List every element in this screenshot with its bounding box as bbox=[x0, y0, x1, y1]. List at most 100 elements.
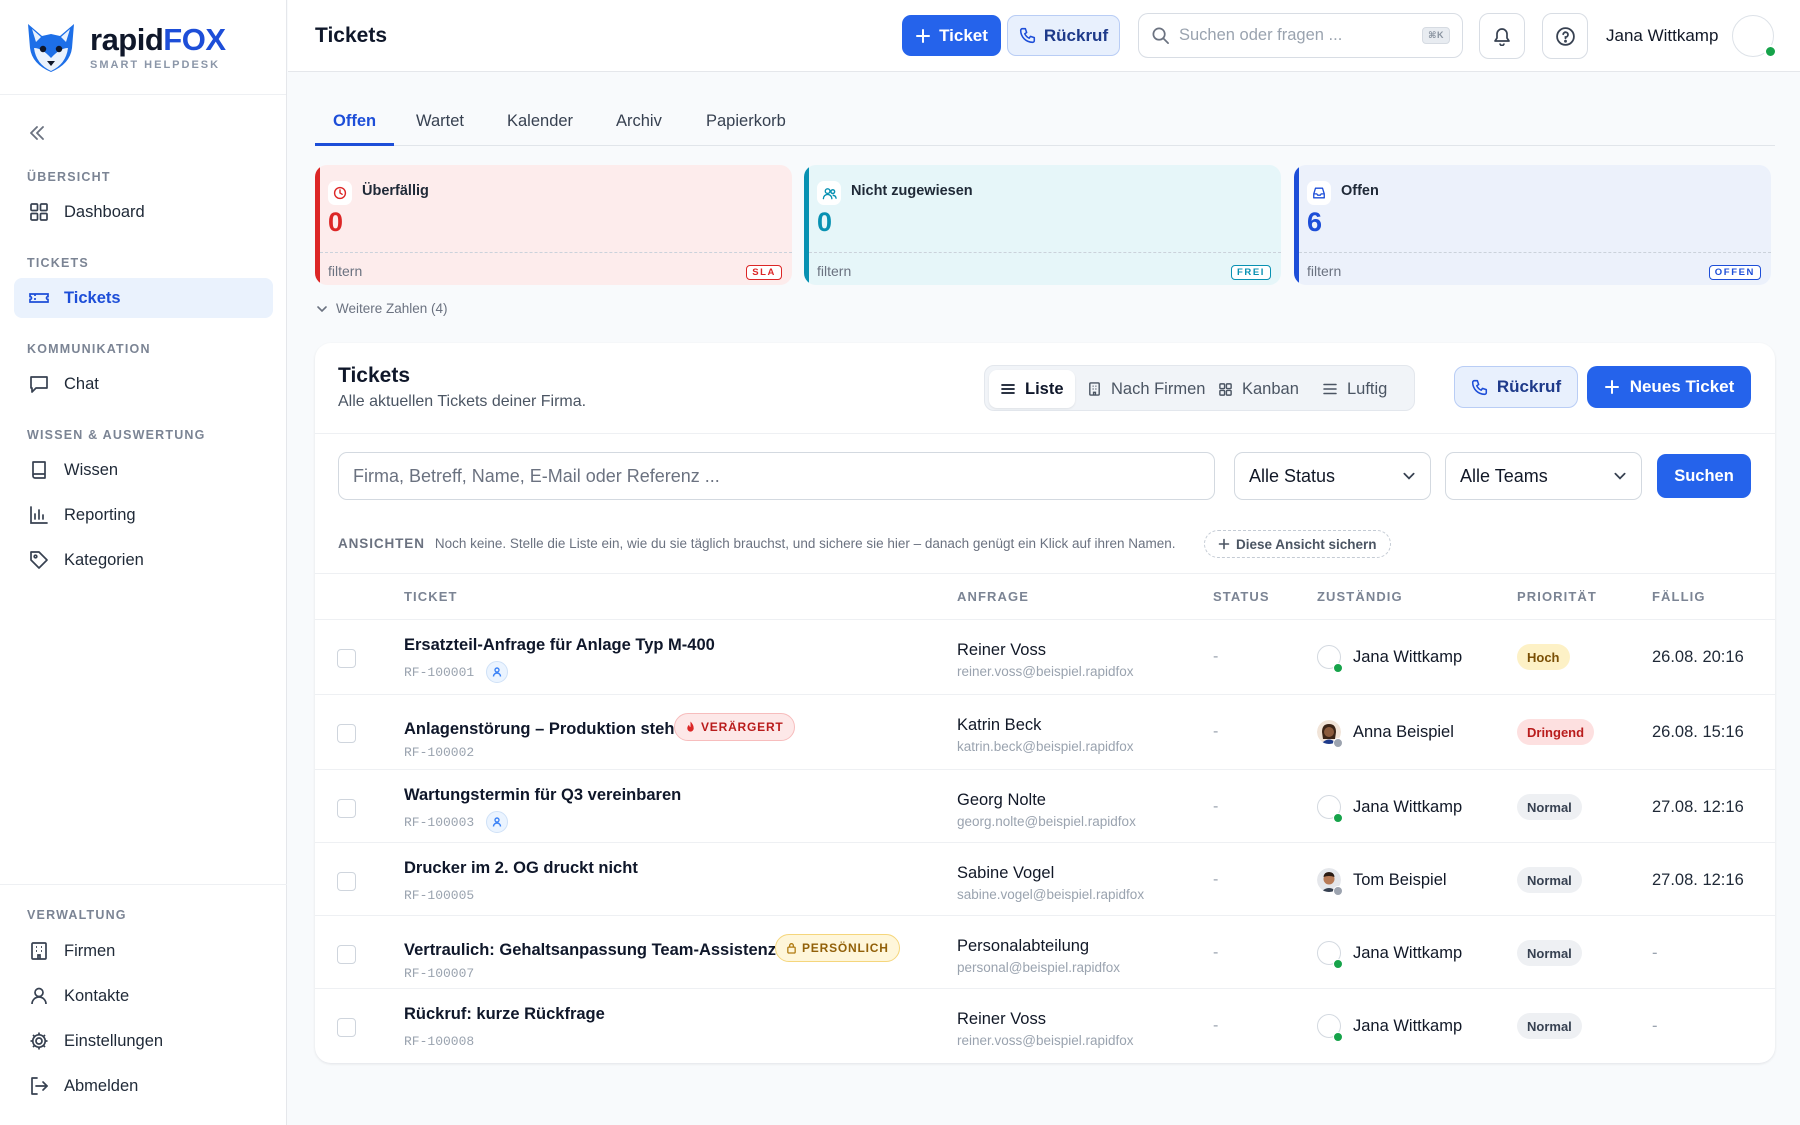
assignee-name[interactable]: Jana Wittkamp bbox=[1353, 1017, 1462, 1036]
ticket-title[interactable]: Rückruf: kurze Rückfrage bbox=[404, 1005, 605, 1024]
spacious-list-icon bbox=[1322, 381, 1338, 397]
sidebar-item-wissen[interactable]: Wissen bbox=[14, 450, 273, 490]
assignee-name[interactable]: Jana Wittkamp bbox=[1353, 648, 1462, 667]
ticket-title[interactable]: Wartungstermin für Q3 vereinbaren bbox=[404, 786, 681, 805]
callback-top-button[interactable]: Rückruf bbox=[1007, 15, 1120, 56]
row-checkbox[interactable] bbox=[337, 1018, 356, 1037]
online-status-dot bbox=[1764, 45, 1777, 58]
view-liste[interactable]: Liste bbox=[989, 370, 1075, 408]
global-search[interactable]: ⌘K bbox=[1138, 13, 1463, 58]
sidebar-item-dashboard[interactable]: Dashboard bbox=[14, 192, 273, 232]
requester-name[interactable]: Personalabteilung bbox=[957, 937, 1089, 956]
table-row[interactable]: Rückruf: kurze Rückfrage RF-100008 Reiner … bbox=[315, 988, 1775, 1061]
tab-offen[interactable]: Offen bbox=[333, 112, 376, 131]
stat-label: Nicht zugewiesen bbox=[851, 183, 973, 199]
row-checkbox[interactable] bbox=[337, 872, 356, 891]
ticket-status: - bbox=[1213, 871, 1219, 888]
brand-tagline: SMART HELPDESK bbox=[90, 58, 221, 71]
save-view-button[interactable]: Diese Ansicht sichern bbox=[1204, 530, 1391, 558]
ticket-title[interactable]: Ersatzteil-Anfrage für Anlage Typ M-400 bbox=[404, 636, 715, 655]
assignee-name[interactable]: Anna Beispiel bbox=[1353, 723, 1454, 742]
user-icon bbox=[28, 985, 50, 1007]
column-header-zustaendig[interactable]: ZUSTÄNDIG bbox=[1317, 589, 1403, 604]
sidebar-item-einstellungen[interactable]: Einstellungen bbox=[14, 1021, 273, 1061]
priority-badge: Normal bbox=[1517, 1013, 1582, 1039]
tab-archiv[interactable]: Archiv bbox=[616, 112, 662, 131]
stat-card-ueberfaellig[interactable]: Überfällig 0 filtern SLA bbox=[315, 165, 792, 285]
row-checkbox[interactable] bbox=[337, 945, 356, 964]
ticket-title[interactable]: Drucker im 2. OG druckt nicht bbox=[404, 859, 638, 878]
sidebar-item-abmelden[interactable]: Abmelden bbox=[14, 1066, 273, 1106]
tab-kalender[interactable]: Kalender bbox=[507, 112, 573, 131]
view-luftig[interactable]: Luftig bbox=[1311, 370, 1398, 408]
tab-papierkorb[interactable]: Papierkorb bbox=[706, 112, 786, 131]
ticket-title[interactable]: Vertraulich: Gehaltsanpassung Team-Assis… bbox=[404, 941, 776, 960]
notifications-button[interactable] bbox=[1479, 13, 1525, 59]
table-row[interactable]: Ersatzteil-Anfrage für Anlage Typ M-400 R… bbox=[315, 619, 1775, 692]
assignee-status-dot bbox=[1333, 813, 1343, 823]
requester-name[interactable]: Reiner Voss bbox=[957, 641, 1046, 660]
collapse-sidebar-icon[interactable] bbox=[27, 123, 47, 143]
assignee-name[interactable]: Jana Wittkamp bbox=[1353, 944, 1462, 963]
table-row[interactable]: Anlagenstörung – Produktion steht RF-1000… bbox=[315, 694, 1775, 767]
private-badge: PERSÖNLICH bbox=[775, 934, 900, 962]
sidebar-item-label: Wissen bbox=[64, 460, 119, 479]
column-header-faellig[interactable]: FÄLLIG bbox=[1652, 589, 1706, 604]
ticket-reference: RF-100003 bbox=[404, 815, 475, 830]
sidebar-item-firmen[interactable]: Firmen bbox=[14, 931, 273, 971]
global-search-input[interactable] bbox=[1179, 26, 1423, 45]
ticket-filter-input[interactable] bbox=[338, 452, 1215, 500]
column-header-ticket[interactable]: TICKET bbox=[404, 589, 458, 604]
stat-card-offen[interactable]: Offen 6 filtern OFFEN bbox=[1294, 165, 1771, 285]
callback-button[interactable]: Rückruf bbox=[1454, 366, 1578, 408]
sidebar-item-label: Abmelden bbox=[64, 1076, 139, 1095]
assignee-name[interactable]: Tom Beispiel bbox=[1353, 871, 1447, 890]
teams-select[interactable]: Alle Teams bbox=[1445, 452, 1642, 500]
search-button[interactable]: Suchen bbox=[1657, 454, 1751, 498]
requester-name[interactable]: Sabine Vogel bbox=[957, 864, 1054, 883]
help-button[interactable] bbox=[1542, 13, 1588, 59]
new-ticket-button[interactable]: Neues Ticket bbox=[1587, 366, 1751, 408]
requester-email: reiner.voss@beispiel.rapidfox bbox=[957, 1033, 1134, 1048]
sidebar-item-label: Tickets bbox=[64, 288, 121, 307]
brand[interactable]: rapidFOX SMART HELPDESK bbox=[0, 0, 286, 95]
status-select[interactable]: Alle Status bbox=[1234, 452, 1431, 500]
stat-filter-link[interactable]: filtern bbox=[1307, 263, 1341, 279]
table-row[interactable]: Vertraulich: Gehaltsanpassung Team-Assis… bbox=[315, 915, 1775, 988]
sidebar-item-kontakte[interactable]: Kontakte bbox=[14, 976, 273, 1016]
column-header-status[interactable]: STATUS bbox=[1213, 589, 1270, 604]
section-title-tickets: TICKETS bbox=[27, 256, 89, 270]
requester-name[interactable]: Georg Nolte bbox=[957, 791, 1046, 810]
new-ticket-top-button[interactable]: Ticket bbox=[902, 15, 1001, 56]
column-header-prioritaet[interactable]: PRIORITÄT bbox=[1517, 589, 1597, 604]
more-numbers-toggle[interactable]: Weitere Zahlen (4) bbox=[316, 301, 448, 316]
ticket-title[interactable]: Anlagenstörung – Produktion steht bbox=[404, 720, 680, 739]
row-checkbox[interactable] bbox=[337, 649, 356, 668]
help-icon bbox=[1555, 26, 1576, 47]
sidebar-item-reporting[interactable]: Reporting bbox=[14, 495, 273, 535]
tab-wartet[interactable]: Wartet bbox=[416, 112, 464, 131]
section-title-uebersicht: ÜBERSICHT bbox=[27, 170, 111, 184]
assignee-name[interactable]: Jana Wittkamp bbox=[1353, 798, 1462, 817]
requester-name[interactable]: Katrin Beck bbox=[957, 716, 1041, 735]
view-kanban[interactable]: Kanban bbox=[1207, 370, 1310, 408]
sidebar-item-label: Kategorien bbox=[64, 550, 144, 569]
sidebar-item-chat[interactable]: Chat bbox=[14, 364, 273, 404]
stat-filter-link[interactable]: filtern bbox=[328, 263, 362, 279]
grid-icon bbox=[28, 201, 50, 223]
stat-filter-link[interactable]: filtern bbox=[817, 263, 851, 279]
row-checkbox[interactable] bbox=[337, 724, 356, 743]
stat-value: 6 bbox=[1307, 207, 1323, 237]
clock-icon bbox=[333, 186, 347, 200]
user-name[interactable]: Jana Wittkamp bbox=[1606, 26, 1718, 46]
requester-name[interactable]: Reiner Voss bbox=[957, 1010, 1046, 1029]
sidebar-item-tickets[interactable]: Tickets bbox=[14, 278, 273, 318]
table-row[interactable]: Wartungstermin für Q3 vereinbaren RF-1000… bbox=[315, 769, 1775, 842]
stat-card-nicht-zugewiesen[interactable]: Nicht zugewiesen 0 filtern FREI bbox=[804, 165, 1281, 285]
row-checkbox[interactable] bbox=[337, 799, 356, 818]
sidebar-item-kategorien[interactable]: Kategorien bbox=[14, 540, 273, 580]
view-nach-firmen[interactable]: Nach Firmen bbox=[1076, 370, 1216, 408]
phone-icon bbox=[1471, 379, 1488, 396]
table-row[interactable]: Drucker im 2. OG druckt nicht RF-100005 Sa… bbox=[315, 842, 1775, 915]
column-header-anfrage[interactable]: ANFRAGE bbox=[957, 589, 1029, 604]
